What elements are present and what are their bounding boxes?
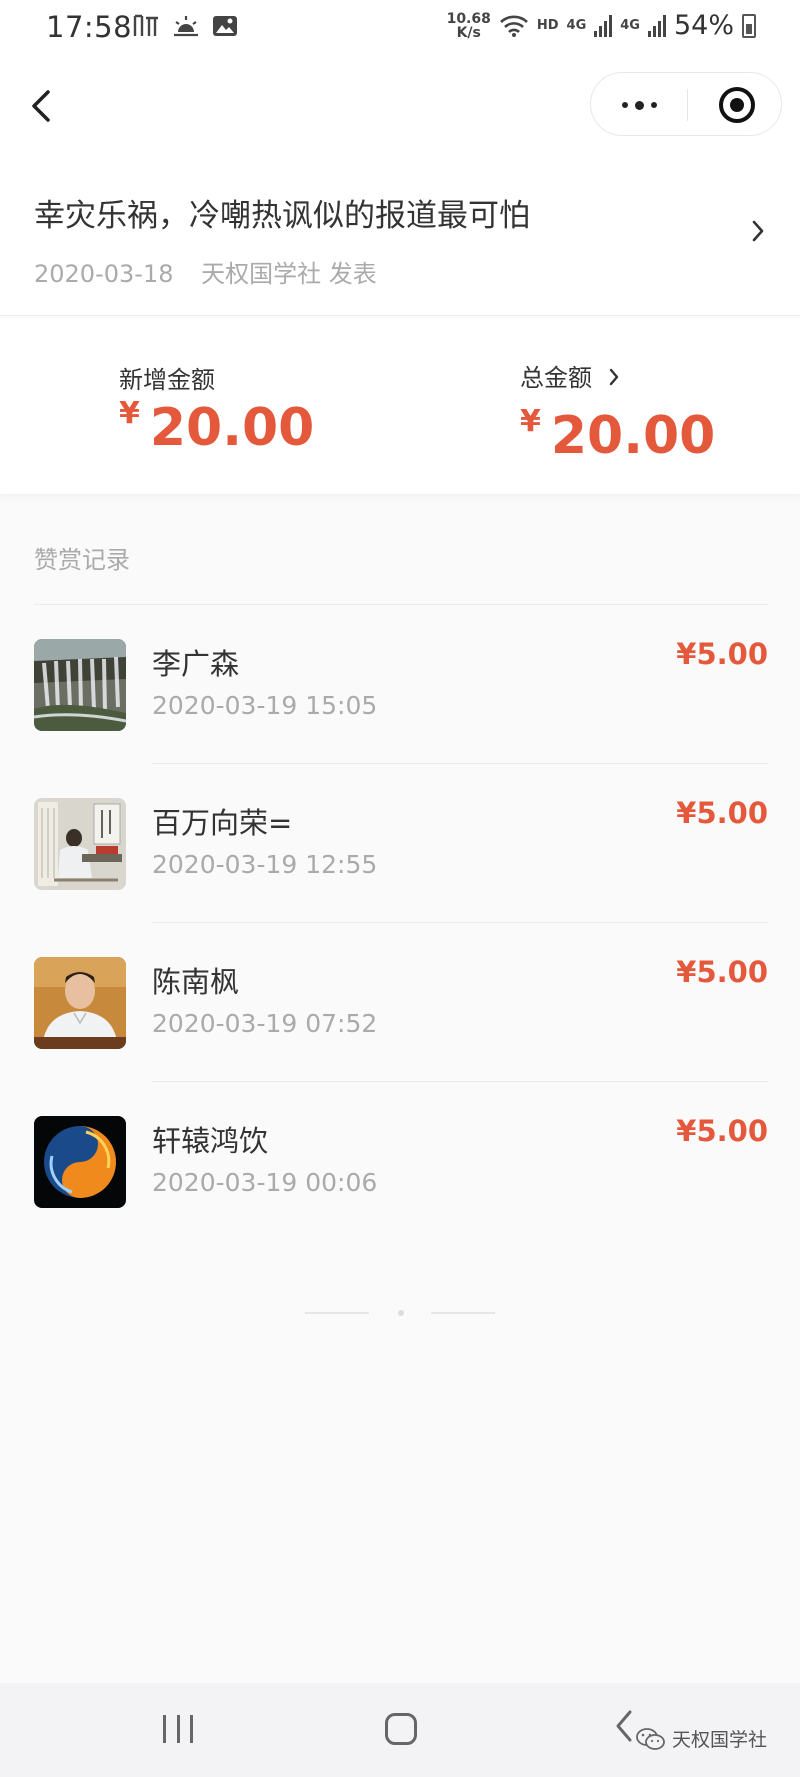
- miniprogram-capsule: [590, 72, 782, 136]
- avatar: [34, 639, 126, 731]
- list-item[interactable]: 百万向荣= 2020-03-19 12:55 ¥5.00: [0, 764, 800, 923]
- avatar: [34, 957, 126, 1049]
- yin-yang-fire-ice-icon: [34, 1116, 126, 1208]
- list-item[interactable]: 轩辕鸿饮 2020-03-19 00:06 ¥5.00: [0, 1082, 800, 1241]
- article-title: 幸灾乐祸，冷嘲热讽似的报道最可怕: [34, 198, 530, 234]
- article-date: 2020-03-18: [34, 260, 174, 288]
- total-amount-number: 20.00: [550, 406, 716, 466]
- battery-percent: 54%: [673, 10, 734, 41]
- recent-apps-icon[interactable]: [163, 1715, 193, 1743]
- listen-app-icon: [133, 14, 158, 36]
- avatar: [34, 1116, 126, 1208]
- watermark: 天权国学社: [636, 1725, 767, 1752]
- signal-label-1: 4G: [566, 18, 587, 33]
- battery-icon: [742, 13, 756, 38]
- back-arrow-icon[interactable]: [22, 82, 62, 130]
- record-time: 2020-03-19 07:52: [152, 1009, 378, 1038]
- status-time: 17:58: [46, 10, 133, 44]
- nav-bar: [0, 56, 800, 156]
- article-header[interactable]: 幸灾乐祸，冷嘲热讽似的报道最可怕 2020-03-18 天权国学社 发表: [0, 156, 800, 316]
- signal-bars-icon-1: [594, 14, 613, 37]
- list-item[interactable]: 陈南枫 2020-03-19 07:52 ¥5.00: [0, 923, 800, 1082]
- system-nav-bar: 天权国学社: [0, 1683, 800, 1777]
- signal-bars-icon-2: [647, 14, 666, 37]
- signal-label-2: 4G: [620, 18, 640, 33]
- new-amount-currency: ¥: [119, 396, 140, 431]
- status-bar: 17:58 10.68 K/s HD 4G 4G 54%: [0, 0, 800, 56]
- wechat-logo-icon: [636, 1727, 665, 1750]
- record-name: 轩辕鸿饮: [152, 1124, 269, 1158]
- record-time: 2020-03-19 15:05: [152, 691, 378, 720]
- total-amount-link[interactable]: 总金额: [520, 358, 620, 393]
- network-speed: 10.68 K/s: [446, 10, 491, 41]
- capsule-divider: [687, 89, 688, 121]
- more-dots-icon: [621, 102, 628, 108]
- watermark-text: 天权国学社: [672, 1729, 768, 1751]
- records-title: 赞赏记录: [34, 546, 130, 574]
- chevron-right-icon: [609, 368, 619, 386]
- record-amount: ¥5.00: [676, 796, 768, 830]
- new-amount-label: 新增金额: [119, 366, 215, 394]
- waterfall-photo-icon: [34, 639, 126, 731]
- record-amount: ¥5.00: [676, 1114, 768, 1148]
- record-name: 李广森: [152, 647, 240, 681]
- home-icon[interactable]: [385, 1713, 417, 1745]
- reward-records-page: 17:58 10.68 K/s HD 4G 4G 54% 幸灾乐祸，冷嘲热讽似的…: [0, 0, 800, 1777]
- record-amount: ¥5.00: [676, 637, 768, 671]
- total-amount-label: 总金额: [520, 364, 592, 392]
- weather-sunrise-icon: [174, 16, 198, 37]
- avatar: [34, 798, 126, 890]
- record-time: 2020-03-19 12:55: [152, 850, 378, 879]
- record-time: 2020-03-19 00:06: [152, 1168, 378, 1197]
- record-amount: ¥5.00: [676, 955, 768, 989]
- record-name: 陈南枫: [152, 965, 240, 999]
- article-publisher: 天权国学社 发表: [201, 260, 377, 288]
- list-item[interactable]: 李广森 2020-03-19 15:05 ¥5.00: [0, 605, 800, 764]
- more-options-button[interactable]: [591, 73, 687, 137]
- system-back-icon[interactable]: [614, 1709, 634, 1743]
- portrait-photo-icon: [34, 957, 126, 1049]
- total-amount-currency: ¥: [520, 404, 541, 439]
- record-name: 百万向荣=: [152, 806, 293, 840]
- status-right-icons: 10.68 K/s HD 4G 4G 54%: [447, 10, 756, 41]
- status-left-icons: [132, 12, 238, 40]
- chevron-right-icon: [752, 220, 764, 242]
- gallery-icon: [213, 16, 237, 36]
- amount-summary: 新增金额 ¥20.00 总金额 ¥20.00: [0, 318, 800, 494]
- painting-photo-icon: [34, 798, 126, 890]
- new-amount-number: 20.00: [149, 398, 315, 458]
- list-end-indicator: [305, 1308, 495, 1318]
- wifi-icon: [499, 15, 528, 37]
- total-amount-value: ¥20.00: [520, 404, 715, 466]
- close-miniprogram-icon[interactable]: [719, 87, 755, 123]
- article-meta: 2020-03-18 天权国学社 发表: [34, 254, 377, 289]
- hd-indicator: HD: [536, 18, 559, 33]
- new-amount-value: ¥20.00: [119, 396, 314, 458]
